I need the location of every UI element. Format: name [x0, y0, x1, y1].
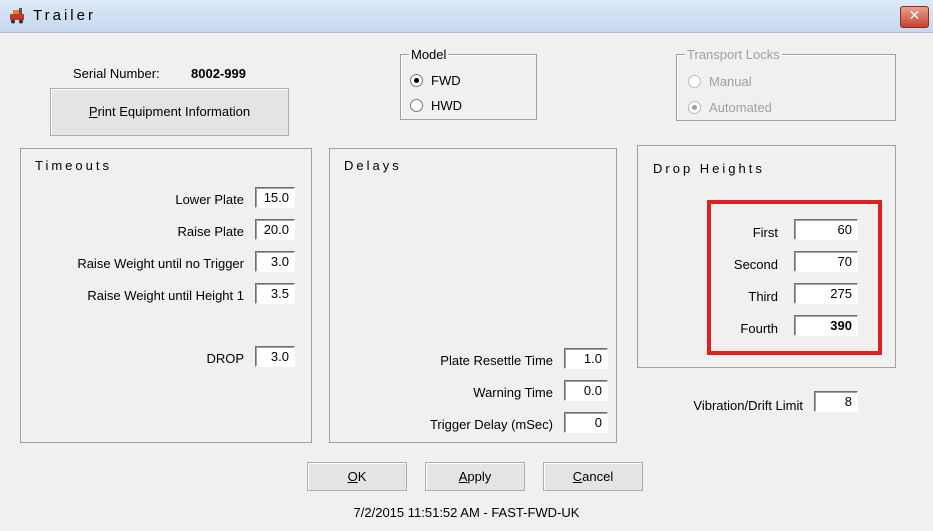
model-hwd-label: HWD	[431, 98, 463, 113]
vibration-drift-limit-input[interactable]: 8	[814, 391, 858, 412]
drop-heights-title: Drop Heights	[653, 161, 765, 176]
status-text: 7/2/2015 11:51:52 AM - FAST-FWD-UK	[353, 505, 580, 520]
trailer-app-icon	[10, 8, 24, 24]
lower-plate-label: Lower Plate	[175, 192, 244, 207]
warning-time-input[interactable]: 0.0	[564, 380, 608, 401]
model-hwd-radio[interactable]: HWD	[410, 98, 462, 113]
raise-plate-label: Raise Plate	[177, 224, 244, 239]
ok-button[interactable]: OK	[307, 462, 407, 491]
model-fwd-radio[interactable]: FWD	[410, 73, 461, 88]
raise-weight-height-1-input[interactable]: 3.5	[255, 283, 295, 304]
print-button-label: rint Equipment Information	[97, 104, 251, 119]
cancel-button[interactable]: Cancel	[543, 462, 643, 491]
trigger-delay-label: Trigger Delay (mSec)	[429, 417, 553, 432]
window-title: Trailer	[33, 7, 96, 24]
print-button-mnemonic: P	[88, 104, 98, 119]
transport-locks-automated-radio[interactable]: Automated	[688, 100, 772, 115]
close-icon: ✕	[908, 8, 921, 24]
plate-resettle-time-label: Plate Resettle Time	[440, 353, 553, 368]
cancel-label: ancel	[582, 469, 614, 484]
radio-unselected-icon	[688, 75, 701, 88]
radio-selected-icon	[688, 101, 701, 114]
delays-title: Delays	[344, 158, 402, 173]
lower-plate-input[interactable]: 15.0	[255, 187, 295, 208]
serial-number-value: 8002-999	[191, 66, 246, 81]
vibration-drift-limit-label: Vibration/Drift Limit	[693, 398, 803, 413]
title-bar: Trailer ✕	[0, 0, 933, 33]
drop-input[interactable]: 3.0	[255, 346, 295, 367]
raise-weight-no-trigger-input[interactable]: 3.0	[255, 251, 295, 272]
apply-label: pply	[467, 469, 492, 484]
serial-number-label: Serial Number:	[73, 66, 160, 81]
ok-mnemonic: O	[347, 469, 358, 484]
raise-weight-no-trigger-label: Raise Weight until no Trigger	[77, 256, 244, 271]
warning-time-label: Warning Time	[473, 385, 553, 400]
radio-selected-icon	[410, 74, 423, 87]
transport-locks-legend: Transport Locks	[685, 47, 782, 62]
plate-resettle-time-input[interactable]: 1.0	[564, 348, 608, 369]
ok-label: K	[357, 469, 367, 484]
model-fwd-label: FWD	[431, 73, 461, 88]
radio-unselected-icon	[410, 99, 423, 112]
transport-locks-manual-radio[interactable]: Manual	[688, 74, 752, 89]
model-legend: Model	[409, 47, 449, 62]
cancel-mnemonic: C	[572, 469, 583, 484]
drop-label: DROP	[206, 351, 244, 366]
close-button[interactable]: ✕	[900, 6, 929, 28]
raise-weight-height-1-label: Raise Weight until Height 1	[87, 288, 244, 303]
trigger-delay-input[interactable]: 0	[564, 412, 608, 433]
manual-label: Manual	[709, 74, 752, 89]
automated-label: Automated	[709, 100, 772, 115]
timeouts-title: Timeouts	[35, 158, 112, 173]
print-equipment-info-button[interactable]: Print Equipment Information	[50, 88, 289, 136]
apply-button[interactable]: Apply	[425, 462, 525, 491]
drop-heights-highlight-box	[707, 200, 882, 355]
raise-plate-input[interactable]: 20.0	[255, 219, 295, 240]
